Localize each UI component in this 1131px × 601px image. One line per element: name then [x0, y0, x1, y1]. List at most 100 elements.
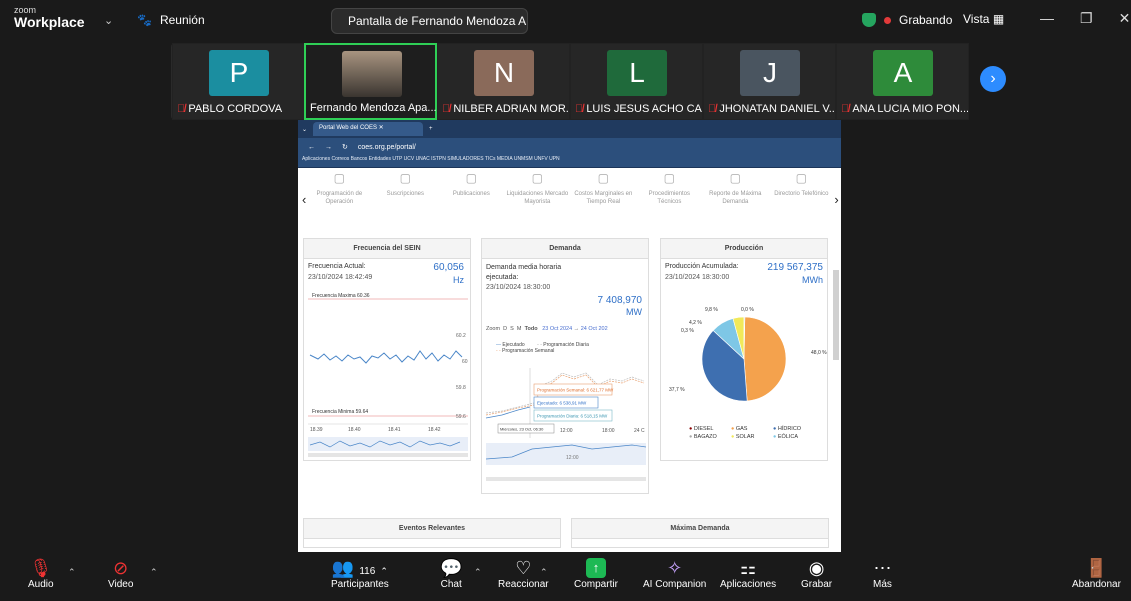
demanda-chart: Programación Semanal: 6 621,77 MW Ejecut… [485, 368, 647, 481]
participant-tile[interactable]: Fernando Mendoza Apa... [304, 43, 437, 120]
pie-slice-gas[interactable] [743, 316, 787, 402]
navigator-scrollbar [308, 453, 468, 457]
participant-tile[interactable]: P 🎙̸ PABLO CORDOVA [172, 43, 305, 120]
zoom-logo: zoom Workplace [14, 5, 85, 30]
participants-button[interactable]: 👥 116 ⌃ Participantes [331, 557, 389, 590]
participant-tile[interactable]: N 🎙̸ NILBER ADRIAN MOR... [437, 43, 570, 120]
participant-name: 🎙̸ PABLO CORDOVA [177, 103, 283, 115]
address-bar[interactable]: ← → ↻ coes.org.pe/portal/ [298, 138, 841, 156]
y-tick: 60 [462, 359, 468, 365]
sparkle-icon: ✧ [667, 558, 683, 578]
reload-icon[interactable]: ↻ [342, 143, 348, 151]
portal-icon-item[interactable]: ▢ Programación de Operación [306, 171, 372, 206]
record-icon: ◉ [808, 558, 825, 578]
portal-link-icon: ▢ [795, 171, 808, 185]
browser-tab-bar: ⌄ Portal Web del COES ✕ + [298, 120, 841, 138]
mic-muted-icon: 🎙̸ [708, 103, 720, 115]
portal-icon-item[interactable]: ▢ Reporte de Máxima Demanda [702, 172, 768, 206]
frecuencia-panel: Frecuencia del SEIN Frecuencia Actual: 2… [303, 238, 471, 461]
x-tick: 12:00 [560, 428, 573, 434]
chat-icon: 💬 [440, 558, 463, 578]
y-tick: 59.8 [456, 385, 466, 391]
x-tick: 18.40 [348, 427, 361, 433]
portal-link-icon: ▢ [399, 171, 412, 185]
next-page-button[interactable]: › [980, 66, 1006, 92]
back-icon[interactable]: ← [308, 144, 315, 151]
audio-options-icon[interactable]: ⌃ [68, 567, 76, 578]
zoom-all-button[interactable]: Todo [525, 326, 538, 332]
record-dot-icon [884, 16, 891, 24]
record-button[interactable]: ◉ Grabar [801, 557, 832, 590]
date-from[interactable]: 23 Oct 2024 [542, 326, 572, 332]
date-to[interactable]: 24 Oct 202 [581, 326, 608, 332]
x-tick: 18.41 [388, 427, 401, 433]
svg-text:Programación Semanal: 6 621,77: Programación Semanal: 6 621,77 MW [537, 388, 614, 393]
leave-button[interactable]: 🚪 Abandonar [1072, 557, 1121, 590]
participant-name: 🎙̸ ANA LUCIA MIO PON... [841, 103, 968, 115]
chevron-down-icon[interactable]: ⌄ [104, 14, 113, 27]
react-options-icon[interactable]: ⌃ [540, 567, 548, 578]
screen-share-indicator[interactable]: Pantalla de Fernando Mendoza A … [331, 8, 528, 34]
pie-data-label: 0,0 % [741, 307, 754, 313]
portal-icon-item[interactable]: ▢ Directorio Telefónico [768, 171, 834, 206]
minimize-icon[interactable]: — [1040, 10, 1054, 27]
new-tab-icon[interactable]: + [429, 126, 433, 132]
share-screen-button[interactable]: ↑ Compartir [574, 557, 618, 590]
more-button[interactable]: ⋯ Más [873, 557, 892, 590]
video-button[interactable]: ⊘ Video [108, 557, 133, 590]
y-tick: 60.2 [456, 333, 466, 339]
legend-item[interactable]: ● BAGAZO [689, 433, 731, 441]
portal-icon-item[interactable]: ▢ Liquidaciones Mercado Mayorista [504, 172, 570, 206]
y-tick: 59.6 [456, 414, 466, 420]
portal-icon-item[interactable]: ▢ Publicaciones [438, 172, 504, 206]
share-arrow-icon: ↑ [585, 558, 606, 578]
participant-tile[interactable]: A 🎙̸ ANA LUCIA MIO PON... [836, 43, 969, 120]
pie-data-label: 37,7 % [669, 387, 685, 393]
forward-icon[interactable]: → [325, 144, 332, 151]
legend-item[interactable]: ● GAS [731, 425, 773, 433]
legend-item[interactable]: ● HÍDRICO [773, 425, 815, 433]
portal-icon-item[interactable]: ▢ Costos Marginales en Tiempo Real [570, 172, 636, 206]
page-scrollbar[interactable] [833, 270, 839, 360]
participant-tile[interactable]: L 🎙̸ LUIS JESUS ACHO CA... [570, 43, 703, 120]
produccion-panel: Producción Producción Acumulada: 23/10/2… [660, 238, 828, 461]
chat-button[interactable]: 💬 Chat [440, 557, 462, 590]
portal-link-icon: ▢ [333, 171, 346, 185]
zoom-week-button[interactable]: S [510, 326, 514, 332]
zoom-month-button[interactable]: M [517, 326, 522, 332]
recording-indicator[interactable]: Grabando [862, 13, 952, 27]
portal-icon-item[interactable]: ▢ Procedimientos Técnicos [636, 171, 702, 206]
participants-options-icon: ⌃ [380, 566, 388, 576]
portal-link-icon: ▢ [663, 171, 676, 185]
restore-icon[interactable]: ❐ [1080, 10, 1093, 27]
legend-item[interactable]: ● EÓLICA [773, 433, 815, 441]
bookmarks-bar[interactable]: Aplicaciones Correos Bancos Entidades UT… [298, 156, 841, 168]
min-line-label: Frecuencia Minima 59.64 [312, 409, 368, 415]
browser-menu-icon[interactable]: ⌄ [302, 126, 307, 133]
legend-item[interactable]: ● DIESEL [689, 425, 731, 433]
mic-muted-icon: 🎙̸ [442, 103, 454, 115]
portal-icon-item[interactable]: ▢ Suscripciones [372, 171, 438, 206]
zoom-day-button[interactable]: D [503, 326, 507, 332]
participant-name: Fernando Mendoza Apa... [310, 102, 437, 114]
eventos-panel: Eventos Relevantes [303, 518, 561, 548]
video-options-icon[interactable]: ⌃ [150, 567, 158, 578]
participant-name: 🎙̸ NILBER ADRIAN MOR... [442, 103, 569, 115]
view-button[interactable]: Vista ▦ [963, 12, 1004, 26]
svg-text:Miércoles, 23 Oct, 06:30: Miércoles, 23 Oct, 06:30 [500, 427, 544, 432]
avatar: P [209, 50, 269, 96]
audio-button[interactable]: 🎙 Audio [28, 557, 54, 590]
apps-button[interactable]: ⚏ Aplicaciones [720, 557, 776, 590]
meeting-info[interactable]: 🐾 Reunión [137, 13, 205, 27]
paw-icon: 🐾 [137, 13, 152, 27]
zoom-controls: Zoom D S M Todo 23 Oct 2024 → 24 Oct 202 [486, 326, 608, 332]
browser-tab[interactable]: Portal Web del COES ✕ [313, 122, 424, 136]
participant-tile[interactable]: J 🎙̸ JHONATAN DANIEL V... [703, 43, 836, 120]
chat-options-icon[interactable]: ⌃ [474, 567, 482, 578]
ai-companion-button[interactable]: ✧ AI Companion [643, 557, 706, 590]
carousel-next-icon[interactable]: › [834, 192, 838, 207]
url-text[interactable]: coes.org.pe/portal/ [358, 144, 416, 151]
frecuencia-chart: Frecuencia Maxima 60.36 Frecuencia Minim… [308, 293, 468, 457]
close-icon[interactable]: ✕ [1119, 10, 1131, 27]
legend-item[interactable]: ● SOLAR [731, 433, 773, 441]
